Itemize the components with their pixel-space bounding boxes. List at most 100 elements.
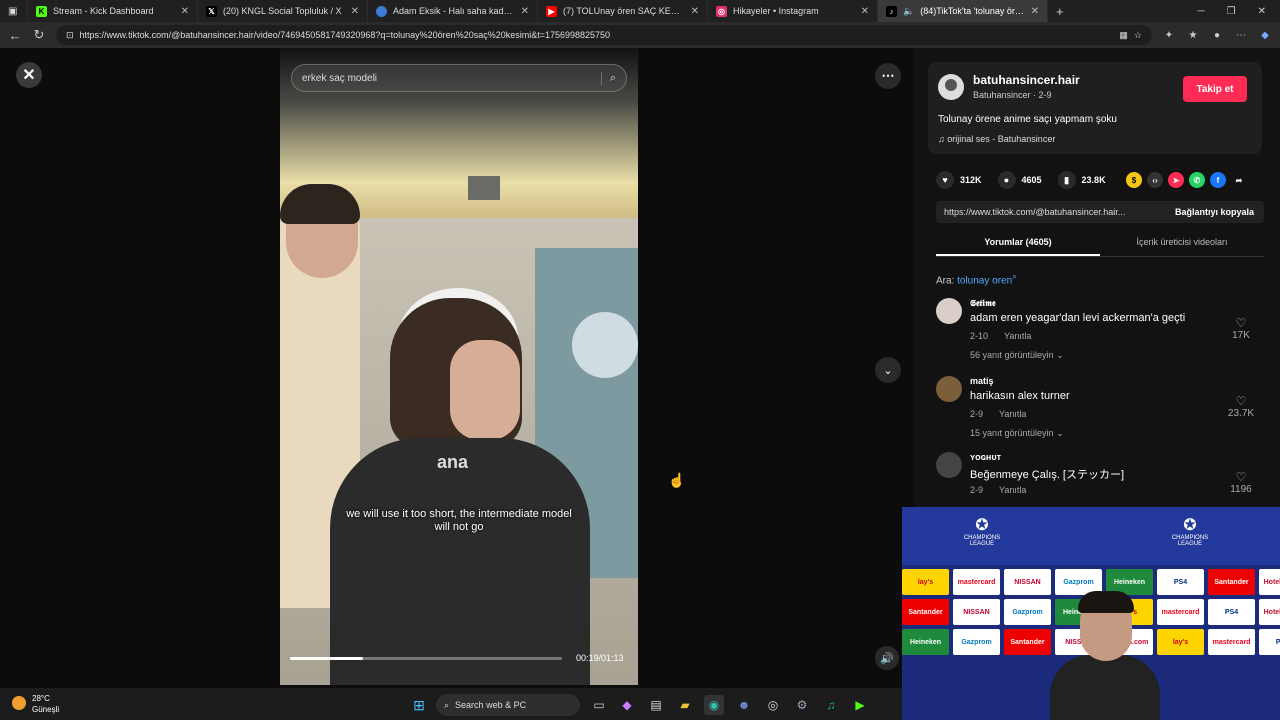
sponsor-logo: mastercard	[1157, 599, 1204, 625]
share-icon[interactable]: ➦	[1231, 172, 1247, 188]
copy-link-button[interactable]: Bağlantıyı kopyala	[1165, 207, 1264, 217]
windows-start-icon[interactable]: ⊞	[409, 695, 429, 715]
close-icon[interactable]: ✕	[16, 62, 42, 88]
edge-icon[interactable]: ◉	[704, 695, 724, 715]
url-text: https://www.tiktok.com/@batuhansincer.ha…	[79, 30, 611, 40]
tab-comments[interactable]: Yorumlar (4605)	[936, 232, 1100, 256]
discord-icon[interactable]: ☻	[734, 695, 754, 715]
favorites-icon[interactable]: ★	[1186, 30, 1200, 41]
avatar[interactable]	[936, 376, 962, 402]
browser-tab[interactable]: K Stream - Kick Dashboard ✕	[28, 0, 198, 22]
close-tab-icon[interactable]: ✕	[861, 6, 869, 17]
close-tab-icon[interactable]: ✕	[521, 6, 529, 17]
file-explorer-icon[interactable]: ▰	[675, 695, 695, 715]
browser-tab[interactable]: ◎ Hikayeler • Instagram ✕	[708, 0, 878, 22]
extensions-icon[interactable]: ✦	[1162, 30, 1176, 41]
sponsor-logo: mastercard	[1208, 629, 1255, 655]
comment-text: adam eren yeagar'dan levi ackerman'a geç…	[970, 312, 1186, 324]
windows-taskbar: 28°C Güneşli ⊞ ⌕ Search web & PC ▭ ◆ ▤ ▰…	[0, 688, 902, 720]
minimize-icon[interactable]: ─	[1198, 6, 1205, 17]
reply-button[interactable]: Yanıtla	[999, 409, 1026, 419]
view-replies-button[interactable]: 56 yanıt görüntüleyin ⌄	[970, 350, 1064, 361]
back-icon[interactable]: ←	[8, 28, 22, 43]
sponsor-logo: Santander	[902, 599, 949, 625]
browser-tab[interactable]: 𝕏 (20) KNGL Social Topluluk / X ✕	[198, 0, 368, 22]
chevron-down-icon[interactable]: ⌄	[875, 357, 901, 383]
close-tab-icon[interactable]: ✕	[181, 6, 189, 17]
site-info-icon[interactable]: ⊡	[66, 30, 74, 41]
close-window-icon[interactable]: ✕	[1258, 6, 1266, 17]
browser-tab[interactable]: ▶ (7) TOLUnay ören SAÇ KESİMİ - Yo ✕	[538, 0, 708, 22]
video-progress-bar[interactable]	[290, 657, 562, 660]
close-tab-icon[interactable]: ✕	[691, 6, 699, 17]
close-tab-icon[interactable]: ✕	[1031, 6, 1039, 17]
comment-author[interactable]: 𝕾𝖊𝖙𝖎𝖒𝖊	[970, 298, 996, 309]
comment-icon[interactable]: ●	[997, 171, 1016, 189]
heart-icon[interactable]: ♥	[936, 171, 954, 189]
more-options-icon[interactable]: ⋯	[875, 63, 901, 89]
coin-icon[interactable]: $	[1126, 172, 1142, 188]
new-tab-button[interactable]: +	[1048, 0, 1076, 22]
comment-like[interactable]: ♡ 1196	[1226, 470, 1256, 495]
copy-link-row: https://www.tiktok.com/@batuhansincer.ha…	[936, 201, 1264, 223]
restore-icon[interactable]: ❐	[1227, 6, 1236, 17]
browser-tab[interactable]: ▣	[0, 0, 28, 22]
spotify-icon[interactable]: ♫	[821, 695, 841, 715]
sponsor-logo: NISSAN	[1004, 569, 1051, 595]
store-icon[interactable]: ▤	[646, 695, 666, 715]
user-subline: Batuhansincer · 2-9	[973, 90, 1052, 100]
send-icon[interactable]: ➤	[1168, 172, 1184, 188]
comment-author[interactable]: ʏᴏɢʜᴜᴛ	[970, 452, 1001, 462]
volume-icon[interactable]: 🔊	[875, 646, 899, 670]
tab-actions-icon[interactable]: ▣	[8, 6, 17, 17]
username[interactable]: batuhansincer.hair	[973, 73, 1080, 87]
weather-widget[interactable]: 28°C Güneşli	[12, 693, 59, 715]
comment-like[interactable]: ♡ 17K	[1226, 316, 1256, 341]
logo-text: CHAMPIONS LEAGUE	[963, 535, 1001, 547]
reply-button[interactable]: Yanıtla	[999, 485, 1026, 495]
menu-icon[interactable]: ⋯	[1234, 30, 1248, 41]
avatar[interactable]	[936, 452, 962, 478]
steam-icon[interactable]: ⚙	[792, 695, 812, 715]
view-replies-button[interactable]: 15 yanıt görüntüleyin ⌄	[970, 428, 1064, 439]
facebook-icon[interactable]: f	[1210, 172, 1226, 188]
bookmark-icon[interactable]: ▮	[1057, 171, 1076, 189]
video-player[interactable]: erkek saç modeli ⌕ ana we will use it to…	[280, 48, 638, 685]
copilot-icon[interactable]: ◆	[1258, 30, 1272, 41]
url-field[interactable]: ⊡ https://www.tiktok.com/@batuhansincer.…	[56, 25, 1152, 45]
search-icon[interactable]: ⌕	[600, 71, 616, 85]
comment-meta: 2-9 Yanıtla	[970, 409, 1026, 419]
browser-tab-active[interactable]: ♪ 🔈 (84)TikTok'ta 'tolunay ören saç ✕	[878, 0, 1048, 22]
browser-tab[interactable]: Adam Eksik - Halı saha kadro kur ✕	[368, 0, 538, 22]
video-search-input[interactable]: erkek saç modeli ⌕	[291, 64, 627, 92]
embed-icon[interactable]: ‹›	[1147, 172, 1163, 188]
reply-button[interactable]: Yanıtla	[1004, 331, 1031, 341]
video-time: 00:19/01:13	[576, 653, 624, 663]
avatar[interactable]	[938, 74, 964, 100]
follow-button[interactable]: Takip et	[1183, 76, 1247, 102]
search-term-link[interactable]: tolunay oren	[957, 275, 1012, 286]
taskbar-search[interactable]: ⌕ Search web & PC	[436, 694, 580, 716]
whatsapp-icon[interactable]: ✆	[1189, 172, 1205, 188]
favorite-icon[interactable]: ☆	[1134, 30, 1142, 41]
speaker-icon[interactable]: 🔈	[903, 6, 914, 17]
progress-fill	[290, 657, 364, 660]
music-link[interactable]: ♫ orijinal ses - Batuhansincer	[938, 134, 1055, 144]
sponsor-logo: Hotels.com	[1259, 569, 1280, 595]
tab-title: Adam Eksik - Halı saha kadro kur	[393, 6, 515, 16]
video-scene-lamp	[572, 312, 638, 378]
comment-tabs: Yorumlar (4605) İçerik üreticisi videola…	[936, 232, 1264, 257]
avatar[interactable]	[936, 298, 962, 324]
copilot-icon[interactable]: ◆	[617, 695, 637, 715]
tab-title: (7) TOLUnay ören SAÇ KESİMİ - Yo	[563, 6, 685, 16]
obs-icon[interactable]: ◎	[763, 695, 783, 715]
comment-author[interactable]: matiş	[970, 376, 994, 386]
comment-like[interactable]: ♡ 23.7K	[1226, 394, 1256, 419]
refresh-icon[interactable]: ↻	[32, 27, 46, 43]
tab-creator-videos[interactable]: İçerik üreticisi videoları	[1100, 232, 1264, 256]
reader-icon[interactable]: ▦	[1119, 30, 1128, 41]
profile-icon[interactable]: ●	[1210, 30, 1224, 41]
kick-app-icon[interactable]: ▶	[850, 695, 870, 715]
close-tab-icon[interactable]: ✕	[351, 6, 359, 17]
task-view-icon[interactable]: ▭	[589, 695, 609, 715]
